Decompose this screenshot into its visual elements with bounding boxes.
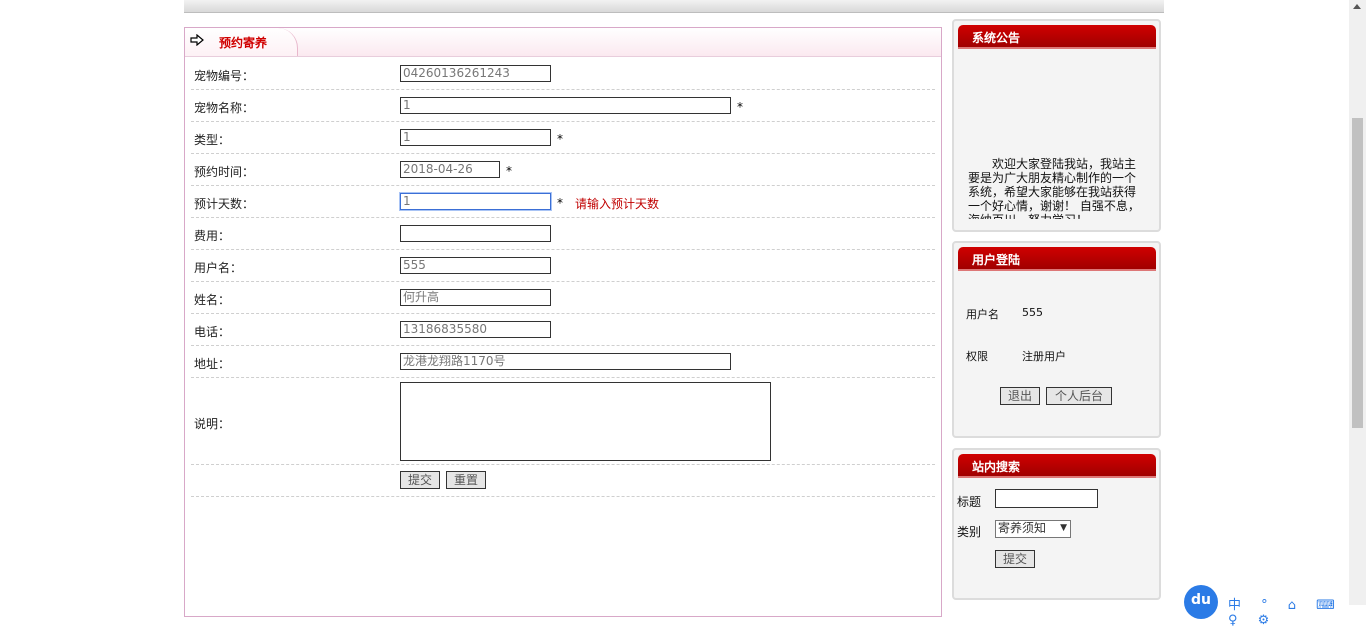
- name-input[interactable]: 何升高: [400, 289, 551, 306]
- arrow-right-icon: [190, 34, 204, 46]
- logout-button[interactable]: 退出: [1000, 387, 1040, 405]
- fee-label: 费用：: [194, 229, 231, 243]
- pet-id-label: 宠物编号：: [194, 69, 255, 83]
- days-label: 预计天数：: [194, 197, 255, 211]
- reservation-panel: 预约寄养 宠物编号： 04260136261243 宠物名称： 1 * 类型： …: [184, 27, 942, 617]
- name-label: 姓名：: [194, 293, 231, 307]
- search-category-select[interactable]: 寄养须知 ▼: [995, 520, 1071, 538]
- form-row-pet-id: 宠物编号： 04260136261243: [191, 58, 935, 90]
- form-row-date: 预约时间： 2018-04-26 *: [191, 154, 935, 186]
- form-row-name: 姓名： 何升高: [191, 282, 935, 314]
- date-input[interactable]: 2018-04-26: [400, 161, 500, 178]
- top-nav-bar: [184, 0, 1164, 13]
- login-username-label: 用户名: [966, 308, 999, 321]
- login-header: 用户登陆: [958, 247, 1156, 271]
- login-box: 用户登陆 用户名 555 权限 注册用户 退出 个人后台: [952, 241, 1161, 438]
- notice-text: 欢迎大家登陆我站，我站主要是为广大朋友精心制作的一个系统，希望大家能够在我站获得…: [968, 157, 1140, 219]
- type-label: 类型：: [194, 133, 231, 147]
- login-role-value: 注册用户: [1022, 350, 1066, 363]
- search-header: 站内搜索: [958, 454, 1156, 478]
- phone-label: 电话：: [194, 325, 231, 339]
- search-category-label: 类别: [957, 525, 982, 539]
- personal-backend-button[interactable]: 个人后台: [1046, 387, 1112, 405]
- login-username-value: 555: [1022, 306, 1043, 319]
- phone-input[interactable]: 13186835580: [400, 321, 551, 338]
- days-error-message: 请输入预计天数: [575, 197, 660, 211]
- scroll-thumb[interactable]: [1352, 118, 1363, 428]
- note-textarea[interactable]: [400, 382, 771, 461]
- notice-box: 系统公告 欢迎大家登陆我站，我站主要是为广大朋友精心制作的一个系统，希望大家能够…: [952, 19, 1161, 232]
- form-row-address: 地址： 龙港龙翔路1170号: [191, 346, 935, 378]
- search-category-value: 寄养须知: [998, 521, 1047, 535]
- required-mark: *: [506, 164, 512, 178]
- search-title: 站内搜索: [972, 460, 1021, 474]
- required-mark: *: [557, 196, 563, 210]
- panel-title: 预约寄养: [219, 36, 268, 50]
- login-title: 用户登陆: [972, 253, 1021, 267]
- form-row-pet-name: 宠物名称： 1 *: [191, 90, 935, 122]
- address-input[interactable]: 龙港龙翔路1170号: [400, 353, 731, 370]
- form-row-actions: 提交 重置: [191, 465, 935, 497]
- form-row-note: 说明：: [191, 378, 935, 465]
- notice-title: 系统公告: [972, 31, 1021, 45]
- chevron-down-icon: ▼: [1060, 523, 1067, 533]
- required-mark: *: [557, 132, 563, 146]
- pet-id-input[interactable]: 04260136261243: [400, 65, 551, 82]
- address-label: 地址：: [194, 357, 231, 371]
- search-title-input[interactable]: [995, 489, 1098, 508]
- days-input[interactable]: 1: [400, 193, 551, 210]
- pet-name-input[interactable]: 1: [400, 97, 731, 114]
- username-input[interactable]: 555: [400, 257, 551, 274]
- fee-input[interactable]: [400, 225, 551, 242]
- date-label: 预约时间：: [194, 165, 255, 179]
- pet-name-label: 宠物名称：: [194, 101, 255, 115]
- panel-header: 预约寄养: [185, 28, 941, 57]
- notice-header: 系统公告: [958, 25, 1156, 49]
- note-label: 说明：: [194, 417, 231, 431]
- baidu-du-logo-icon[interactable]: du: [1184, 585, 1218, 619]
- page-scrollbar[interactable]: [1349, 0, 1366, 605]
- type-input[interactable]: 1: [400, 129, 551, 146]
- search-submit-button[interactable]: 提交: [995, 550, 1035, 568]
- search-box: 站内搜索 标题 类别 寄养须知 ▼ 提交: [952, 448, 1161, 600]
- floating-toolbar[interactable]: 中 ° ⌂ ⌨ ♀ ⚙: [1228, 594, 1366, 628]
- search-title-label: 标题: [957, 495, 982, 509]
- form-row-type: 类型： 1 *: [191, 122, 935, 154]
- form-row-username: 用户名： 555: [191, 250, 935, 282]
- login-role-label: 权限: [966, 350, 988, 363]
- form-row-phone: 电话： 13186835580: [191, 314, 935, 346]
- form-row-days: 预计天数： 1 * 请输入预计天数: [191, 186, 935, 218]
- username-label: 用户名：: [194, 261, 243, 275]
- form-row-fee: 费用：: [191, 218, 935, 250]
- scroll-up-icon[interactable]: [1353, 4, 1361, 9]
- required-mark: *: [737, 100, 743, 114]
- reset-button[interactable]: 重置: [446, 471, 486, 489]
- submit-button[interactable]: 提交: [400, 471, 440, 489]
